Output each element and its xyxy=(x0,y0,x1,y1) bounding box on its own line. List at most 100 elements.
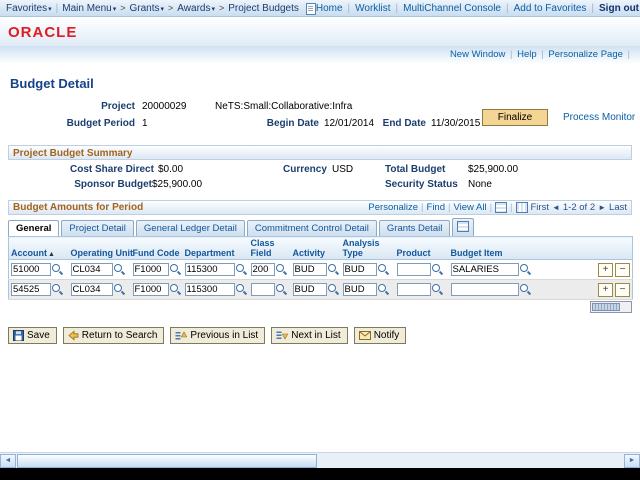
fund-code-lookup-icon[interactable] xyxy=(169,263,182,276)
finalize-button[interactable]: Finalize xyxy=(482,109,548,126)
account-input[interactable] xyxy=(11,263,51,276)
product-input[interactable] xyxy=(396,263,431,276)
security-status-value: None xyxy=(468,179,492,190)
home-link[interactable]: Home xyxy=(316,3,343,14)
worklist-link[interactable]: Worklist xyxy=(355,3,390,14)
grid-footer xyxy=(8,300,632,313)
page-title: Budget Detail xyxy=(10,76,94,91)
department-lookup-icon[interactable] xyxy=(235,263,248,276)
add-row-button[interactable]: + xyxy=(598,282,613,297)
project-description: NeTS:Small:Collaborative:Infra xyxy=(215,101,353,112)
budget-period-value: 1 xyxy=(142,118,148,129)
page-links-bar: New Window Help Personalize Page xyxy=(0,46,640,64)
new-window-link[interactable]: New Window xyxy=(450,49,505,60)
zoom-grid-icon[interactable] xyxy=(515,202,528,213)
scroll-left-button[interactable]: ◄ xyxy=(0,454,16,468)
notify-button[interactable]: Notify xyxy=(353,327,407,344)
account-lookup-icon[interactable] xyxy=(52,283,64,296)
add-row-button[interactable]: + xyxy=(598,262,613,277)
analysis-type-input[interactable] xyxy=(342,263,377,276)
page-scrollbar-thumb[interactable] xyxy=(17,454,317,468)
product-input[interactable] xyxy=(396,283,431,296)
breadcrumb-grants[interactable]: Grants▾ xyxy=(130,3,165,14)
operating-unit-input[interactable] xyxy=(70,283,113,296)
show-all-columns-tab[interactable] xyxy=(452,218,475,236)
find-link[interactable]: Find xyxy=(427,202,445,213)
account-input[interactable] xyxy=(11,283,51,296)
account-lookup-icon[interactable] xyxy=(52,263,64,276)
scroll-right-button[interactable]: ► xyxy=(624,454,640,468)
activity-lookup-icon[interactable] xyxy=(327,263,340,276)
budget-item-input[interactable] xyxy=(450,283,519,296)
process-monitor-link[interactable]: Process Monitor xyxy=(563,112,635,123)
last-page-link[interactable]: Last xyxy=(609,202,627,213)
operating-unit-lookup-icon[interactable] xyxy=(113,283,126,296)
add-to-favorites-link[interactable]: Add to Favorites xyxy=(514,3,587,14)
tab-general[interactable]: General xyxy=(8,220,60,236)
class-field-input[interactable] xyxy=(250,263,275,276)
budget-item-lookup-icon[interactable] xyxy=(519,283,532,296)
operating-unit-input[interactable] xyxy=(70,263,113,276)
breadcrumb-awards[interactable]: Awards▾ xyxy=(177,3,215,14)
personalize-link[interactable]: Personalize xyxy=(368,202,418,213)
column-header-fund-code[interactable]: Fund Code xyxy=(133,248,180,258)
tab-grants-detail[interactable]: Grants Detail xyxy=(378,220,451,236)
department-input[interactable] xyxy=(184,263,235,276)
analysis-type-input[interactable] xyxy=(342,283,377,296)
tab-commitment-control-detail[interactable]: Commitment Control Detail xyxy=(246,220,377,236)
activity-input[interactable] xyxy=(292,283,327,296)
column-header-analysis-type[interactable]: Analysis Type xyxy=(343,238,380,258)
operating-unit-lookup-icon[interactable] xyxy=(113,263,126,276)
grid-scrollbar-thumb[interactable] xyxy=(592,302,620,311)
delete-row-button[interactable]: − xyxy=(615,282,630,297)
class-field-lookup-icon[interactable] xyxy=(275,283,288,296)
return-to-search-button[interactable]: Return to Search xyxy=(62,327,165,344)
tab-general-ledger-detail[interactable]: General Ledger Detail xyxy=(135,220,245,236)
breadcrumb-project-budgets[interactable]: Project Budgets xyxy=(228,3,299,14)
column-header-class-field[interactable]: Class Field xyxy=(251,238,275,258)
main-menu[interactable]: Main Menu▾ xyxy=(62,3,116,14)
column-header-activity[interactable]: Activity xyxy=(293,248,326,258)
favorites-menu[interactable]: Favorites▾ xyxy=(6,3,52,14)
product-lookup-icon[interactable] xyxy=(431,263,444,276)
view-all-link[interactable]: View All xyxy=(453,202,486,213)
column-header-budget-item[interactable]: Budget Item xyxy=(451,248,503,258)
column-header-operating-unit[interactable]: Operating Unit xyxy=(71,248,134,258)
analysis-type-lookup-icon[interactable] xyxy=(377,263,390,276)
class-field-lookup-icon[interactable] xyxy=(275,263,288,276)
fund-code-input[interactable] xyxy=(132,283,169,296)
class-field-input[interactable] xyxy=(250,283,275,296)
fund-code-input[interactable] xyxy=(132,263,169,276)
personalize-page-link[interactable]: Personalize Page xyxy=(548,49,622,60)
grid-horizontal-scrollbar[interactable] xyxy=(590,300,632,313)
budget-item-input[interactable] xyxy=(450,263,519,276)
column-header-account[interactable]: Account xyxy=(11,248,47,258)
tab-project-detail[interactable]: Project Detail xyxy=(61,220,134,236)
department-lookup-icon[interactable] xyxy=(235,283,248,296)
activity-lookup-icon[interactable] xyxy=(327,283,340,296)
delete-row-button[interactable]: − xyxy=(615,262,630,277)
analysis-type-lookup-icon[interactable] xyxy=(377,283,390,296)
row-actions: + − xyxy=(566,279,633,300)
multichannel-console-link[interactable]: MultiChannel Console xyxy=(403,3,501,14)
previous-in-list-button[interactable]: Previous in List xyxy=(170,327,266,344)
column-header-product[interactable]: Product xyxy=(397,248,431,258)
download-grid-icon[interactable] xyxy=(495,202,508,213)
fund-code-lookup-icon[interactable] xyxy=(169,283,182,296)
next-in-list-button[interactable]: Next in List xyxy=(271,327,348,344)
first-page-link[interactable]: First xyxy=(531,202,549,213)
budget-item-lookup-icon[interactable] xyxy=(519,263,532,276)
help-link[interactable]: Help xyxy=(517,49,537,60)
activity-input[interactable] xyxy=(292,263,327,276)
next-arrow-icon xyxy=(276,331,289,340)
product-lookup-icon[interactable] xyxy=(431,283,444,296)
page-horizontal-scrollbar[interactable]: ◄ ► xyxy=(0,452,640,469)
sign-out-link[interactable]: Sign out xyxy=(599,3,639,14)
currency-value: USD xyxy=(332,164,354,175)
page-toolbar: Save Return to Search Previous in List N… xyxy=(8,327,640,344)
previous-page-icon[interactable]: ◄ xyxy=(552,203,560,212)
next-page-icon[interactable]: ► xyxy=(598,203,606,212)
department-input[interactable] xyxy=(184,283,235,296)
column-header-department[interactable]: Department xyxy=(185,248,235,258)
save-button[interactable]: Save xyxy=(8,327,57,344)
